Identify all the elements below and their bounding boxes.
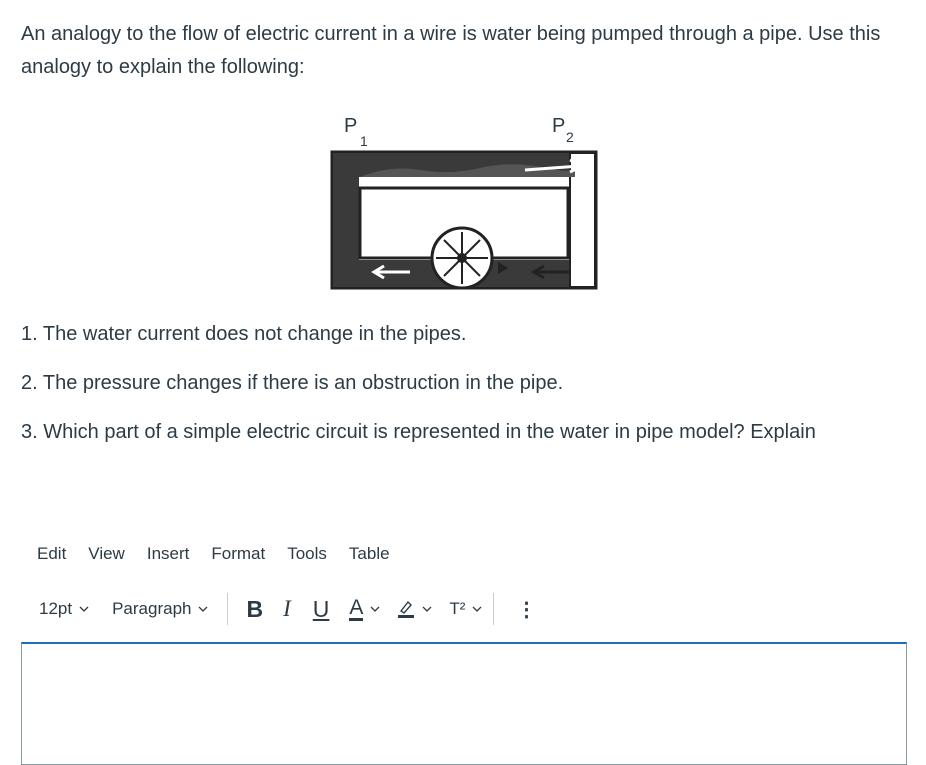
chevron-down-icon xyxy=(370,606,380,612)
pump-hub xyxy=(457,253,467,263)
superscript-glyph: T² xyxy=(449,599,466,618)
bold-button[interactable]: B xyxy=(246,596,263,623)
p2-subscript: 2 xyxy=(566,129,574,145)
rich-text-editor-area[interactable] xyxy=(21,642,907,765)
item-2: 2. The pressure changes if there is an o… xyxy=(21,372,564,394)
p1-subscript: 1 xyxy=(360,133,368,149)
question-items: 1. The water current does not change in … xyxy=(21,318,816,465)
more-vertical-icon[interactable]: ⋮ xyxy=(516,597,536,622)
editor-menubar: Edit View Insert Format Tools Table xyxy=(37,544,412,564)
editor-toolbar: 12pt Paragraph B I U A T² ⋮ xyxy=(39,592,536,626)
item-1: 1. The water current does not change in … xyxy=(21,323,467,345)
chevron-down-icon xyxy=(422,606,432,612)
item-3: 3. Which part of a simple electric circu… xyxy=(21,421,816,443)
question-text: An analogy to the flow of electric curre… xyxy=(21,23,881,78)
block-format-select[interactable]: Paragraph xyxy=(112,599,209,619)
text-color-button[interactable]: A xyxy=(349,595,381,621)
chevron-down-icon xyxy=(473,606,482,612)
menu-view[interactable]: View xyxy=(88,544,125,564)
text-color-glyph: A xyxy=(349,595,364,621)
menu-format[interactable]: Format xyxy=(211,544,265,564)
highlighter-icon xyxy=(398,600,415,618)
font-size-select[interactable]: 12pt xyxy=(39,599,90,619)
toolbar-separator xyxy=(493,593,495,625)
chevron-down-icon xyxy=(79,606,89,612)
italic-button[interactable]: I xyxy=(283,596,291,622)
block-format-value: Paragraph xyxy=(112,599,192,618)
menu-edit[interactable]: Edit xyxy=(37,544,66,564)
toolbar-separator xyxy=(227,593,229,625)
menu-tools[interactable]: Tools xyxy=(287,544,327,564)
font-size-value: 12pt xyxy=(39,599,73,618)
p2-label: P xyxy=(552,115,565,137)
p1-label: P xyxy=(344,115,357,137)
water-pipe-diagram: P 1 P 2 xyxy=(330,115,598,290)
underline-button[interactable]: U xyxy=(313,596,330,623)
highlight-color-button[interactable] xyxy=(397,599,433,619)
menu-table[interactable]: Table xyxy=(349,544,390,564)
superscript-button[interactable]: T² xyxy=(449,599,483,619)
chevron-down-icon xyxy=(199,606,208,612)
menu-insert[interactable]: Insert xyxy=(147,544,190,564)
